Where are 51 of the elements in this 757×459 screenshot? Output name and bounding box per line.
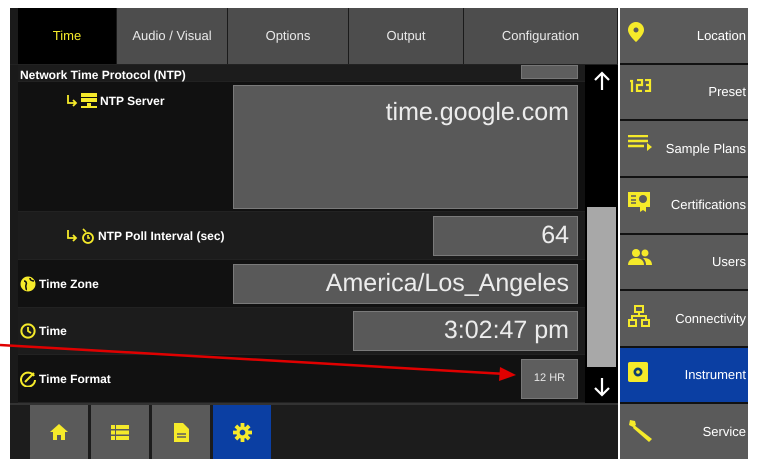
- sidebar-item[interactable]: Preset: [620, 64, 748, 120]
- nav-button[interactable]: [213, 405, 271, 459]
- sub-arrow-icon: [66, 94, 78, 106]
- sidebar-item[interactable]: Connectivity: [620, 291, 748, 346]
- setting-label: Time Zone: [39, 278, 99, 290]
- tab[interactable]: Output: [349, 8, 464, 64]
- scrollbar[interactable]: [585, 65, 618, 403]
- numbers-icon: [628, 78, 652, 92]
- sub-arrow-icon: [66, 230, 78, 242]
- setting-label: Time Format: [39, 372, 111, 384]
- sidebar-item[interactable]: Service: [620, 404, 748, 459]
- input-field[interactable]: 64: [433, 216, 578, 256]
- users-icon: [628, 248, 652, 264]
- format-icon: [20, 370, 36, 386]
- scrollbar-thumb[interactable]: [587, 207, 616, 367]
- sidebar-item[interactable]: Users: [620, 234, 748, 290]
- list-arrow-icon: [628, 135, 652, 152]
- document-icon: [174, 422, 188, 442]
- sidebar-item[interactable]: Sample Plans: [620, 121, 748, 176]
- toggle-button[interactable]: 12 HR: [521, 358, 578, 398]
- input-field[interactable]: America/Los_Angeles: [233, 264, 578, 304]
- certificate-icon: [628, 192, 650, 212]
- server-icon: [81, 93, 97, 108]
- settings-icon: [232, 422, 252, 442]
- timer-icon: [81, 228, 95, 244]
- network-icon: [628, 305, 650, 328]
- nav-button[interactable]: [152, 405, 210, 459]
- tab[interactable]: Configuration: [464, 8, 618, 64]
- tab[interactable]: Time: [18, 8, 117, 64]
- setting-label: NTP Server: [100, 94, 164, 106]
- home-icon: [50, 424, 68, 440]
- nav-button[interactable]: [30, 405, 88, 459]
- up-arrow-icon[interactable]: [594, 71, 610, 91]
- chip-gear-icon: [628, 362, 648, 382]
- section-title: Network Time Protocol (NTP): [20, 69, 186, 81]
- sidebar-item[interactable]: Location: [620, 8, 748, 63]
- tab[interactable]: Options: [228, 8, 349, 64]
- setting-label: NTP Poll Interval (sec): [98, 230, 224, 242]
- input-field[interactable]: 3:02:47 pm: [353, 311, 578, 351]
- toggle-button[interactable]: [521, 65, 578, 79]
- wrench-icon: [628, 418, 654, 442]
- nav-button[interactable]: [91, 405, 149, 459]
- down-arrow-icon[interactable]: [594, 377, 610, 397]
- tab[interactable]: Audio / Visual: [117, 8, 228, 64]
- list-icon: [111, 424, 129, 440]
- location-pin-icon: [628, 22, 644, 42]
- setting-label: Time: [39, 325, 67, 337]
- clock-icon: [20, 323, 36, 339]
- input-field[interactable]: time.google.com: [233, 85, 578, 209]
- sidebar-item[interactable]: Certifications: [620, 178, 748, 232]
- sidebar-item[interactable]: Instrument: [620, 348, 748, 402]
